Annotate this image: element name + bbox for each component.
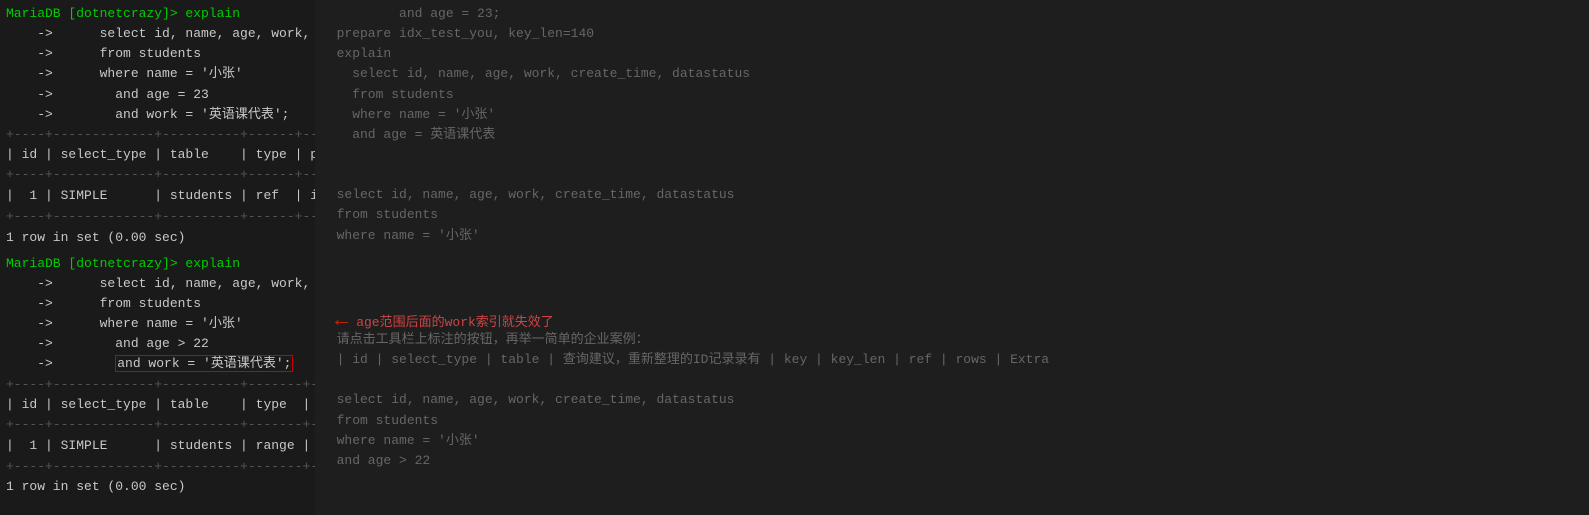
right-line-16: select id, name, age, work, create_time,… — [315, 390, 1589, 410]
table-divider-5: +----+-------------+----------+-------+-… — [0, 415, 315, 435]
right-line-13: 请点击工具栏上标注的按钮，再举一简单的企业案例： — [315, 330, 1589, 350]
right-line-17: from students — [315, 411, 1589, 431]
sql-line-3: -> where name = '小张' — [0, 64, 315, 84]
sql-line-7: -> from students — [0, 294, 315, 314]
highlight-work-line: and work = '英语课代表'; — [115, 355, 293, 372]
prompt-line-2: MariaDB [dotnetcrazy]> explain — [0, 254, 315, 274]
right-line-5: from students — [315, 85, 1589, 105]
table-header-1: | id | select_type | table | type | poss… — [0, 145, 315, 165]
right-lower: 请点击工具栏上标注的按钮，再举一简单的企业案例： | id | select_t… — [315, 330, 1589, 471]
row-count-2: 1 row in set (0.00 sec) — [0, 477, 315, 497]
right-line-12: where name = '小张' — [315, 226, 1589, 246]
right-line-3: explain — [315, 44, 1589, 64]
table-data-2: | 1 | SIMPLE | students | range | ix_stu… — [0, 435, 315, 457]
right-line-10: select id, name, age, work, create_time,… — [315, 185, 1589, 205]
right-line-19: and age > 22 — [315, 451, 1589, 471]
right-panel: and age = 23; prepare idx_test_you, key_… — [315, 0, 1589, 515]
left-panel: MariaDB [dotnetcrazy]> explain -> select… — [0, 0, 315, 515]
table-data-1: | 1 | SIMPLE | students | ref | ix_stude… — [0, 185, 315, 207]
sql-line-8: -> where name = '小张' — [0, 314, 315, 334]
right-line-9 — [315, 165, 1589, 185]
right-line-8 — [315, 145, 1589, 165]
table-divider-2: +----+-------------+----------+------+--… — [0, 165, 315, 185]
sql-line-4: -> and age = 23 — [0, 85, 315, 105]
right-line-6: where name = '小张' — [315, 105, 1589, 125]
right-line-11: from students — [315, 205, 1589, 225]
row-count-1: 1 row in set (0.00 sec) — [0, 228, 315, 248]
sql-line-1: -> select id, name, age, work, create_ti… — [0, 24, 315, 44]
sql-line-6: -> select id, name, age, work, create_ti… — [0, 274, 315, 294]
right-line-4: select id, name, age, work, create_time,… — [315, 64, 1589, 84]
right-line-7: and age = 英语课代表 — [315, 125, 1589, 145]
sql-line-2: -> from students — [0, 44, 315, 64]
table-divider-1: +----+-------------+----------+------+--… — [0, 125, 315, 145]
right-line-14: | id | select_type | table | 查询建议，重新整理的I… — [315, 350, 1589, 370]
table-divider-4: +----+-------------+----------+-------+-… — [0, 375, 315, 395]
sql-line-10-highlight: -> and work = '英语课代表'; — [0, 354, 315, 374]
sql-line-9: -> and age > 22 — [0, 334, 315, 354]
right-line-15 — [315, 370, 1589, 390]
annotation-label: age范围后面的work索引就失效了 — [356, 311, 554, 330]
prompt-line-1: MariaDB [dotnetcrazy]> explain — [0, 4, 315, 24]
right-line-18: where name = '小张' — [315, 431, 1589, 451]
right-line-2: prepare idx_test_you, key_len=140 — [315, 24, 1589, 44]
table-divider-3: +----+-------------+----------+------+--… — [0, 207, 315, 227]
right-line-1: and age = 23; — [315, 4, 1589, 24]
terminal-window: MariaDB [dotnetcrazy]> explain -> select… — [0, 0, 1589, 515]
sql-line-5: -> and work = '英语课代表'; — [0, 105, 315, 125]
table-header-2: | id | select_type | table | type | poss… — [0, 395, 315, 415]
table-divider-6: +----+-------------+----------+-------+-… — [0, 457, 315, 477]
